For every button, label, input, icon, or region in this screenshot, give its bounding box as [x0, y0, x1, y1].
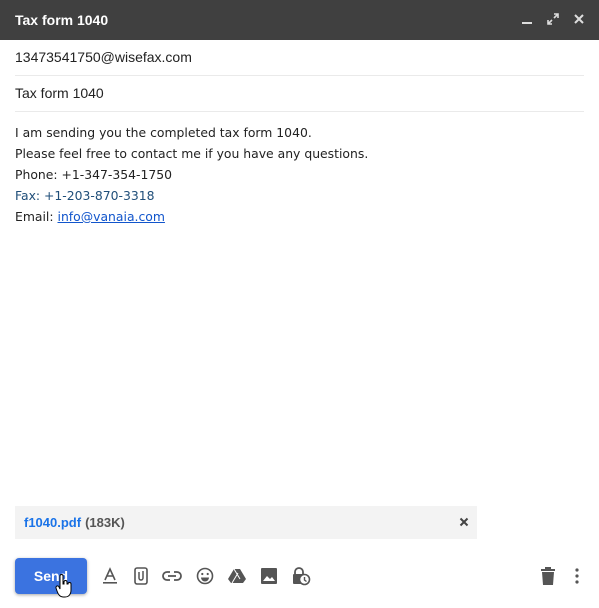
- attachment-size: (183K): [85, 515, 125, 530]
- close-icon[interactable]: [571, 10, 587, 28]
- drive-icon[interactable]: [227, 566, 247, 586]
- minimize-icon[interactable]: [519, 10, 535, 28]
- subject-field[interactable]: Tax form 1040: [15, 76, 584, 112]
- body-line-phone: Phone: +1-347-354-1750: [15, 167, 173, 182]
- send-button[interactable]: Send: [15, 558, 87, 594]
- body-line-email: Email: info@vanaia.com: [15, 206, 368, 227]
- link-icon[interactable]: [162, 566, 182, 586]
- remove-attachment-icon[interactable]: [457, 515, 471, 529]
- email-label: Email:: [15, 209, 58, 224]
- recipients-field[interactable]: 13473541750@wisefax.com: [15, 40, 584, 76]
- message-body[interactable]: I am sending you the completed tax form …: [15, 122, 368, 227]
- body-line-fax: Fax: +1-203-870-3318: [15, 188, 155, 203]
- compose-titlebar[interactable]: Tax form 1040: [0, 0, 599, 40]
- email-link[interactable]: info@vanaia.com: [58, 209, 165, 224]
- more-options-icon[interactable]: [567, 566, 587, 586]
- emoji-icon[interactable]: [195, 566, 215, 586]
- confidential-icon[interactable]: [291, 566, 311, 586]
- photo-icon[interactable]: [259, 566, 279, 586]
- window-title: Tax form 1040: [15, 12, 109, 28]
- body-line: Please feel free to contact me if you ha…: [15, 146, 369, 161]
- trash-icon[interactable]: [538, 566, 558, 586]
- attachment-filename[interactable]: f1040.pdf: [24, 515, 81, 530]
- compose-toolbar: Send: [15, 558, 590, 598]
- body-line: I am sending you the completed tax form …: [15, 125, 312, 140]
- attach-icon[interactable]: [131, 566, 151, 586]
- expand-icon[interactable]: [545, 10, 561, 28]
- formatting-icon[interactable]: [100, 566, 120, 586]
- attachment-chip[interactable]: f1040.pdf (183K): [15, 506, 477, 539]
